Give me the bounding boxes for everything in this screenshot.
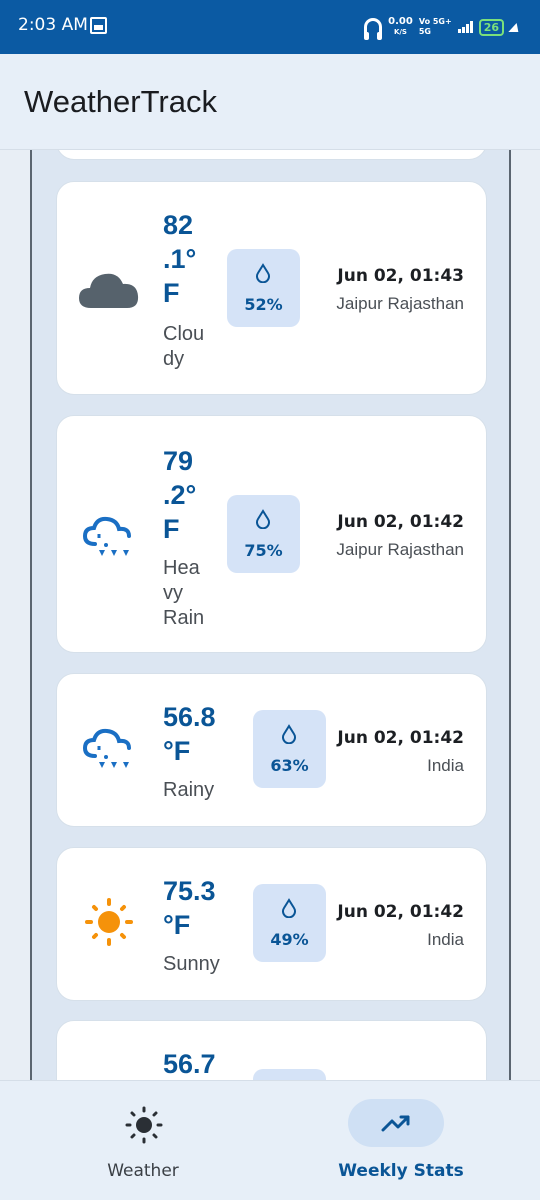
temperature: 79 .2° F xyxy=(163,446,197,544)
status-indicators: 0.00 K/S Vo 5G+ 5G 26 xyxy=(364,14,522,40)
network-speed: 0.00 K/S xyxy=(388,17,413,37)
gallery-notification-icon xyxy=(90,17,107,34)
sun-outline-icon xyxy=(125,1106,163,1144)
signal-icon xyxy=(457,21,473,33)
network-speed-value: 0.00 xyxy=(388,16,413,27)
rain-icon xyxy=(82,728,131,768)
condition: Rainy xyxy=(163,779,215,801)
location: Jaipur Rajasthan xyxy=(336,540,464,559)
app-bar: WeatherTrack xyxy=(0,54,540,150)
network-type-top: Vo 5G+ xyxy=(418,17,452,26)
headset-icon xyxy=(364,18,383,40)
location: India xyxy=(427,756,464,775)
temperature: 56.8 °F xyxy=(163,702,216,766)
humidity-value: 63% xyxy=(270,756,309,775)
datetime: Jun 02, 01:42 xyxy=(337,512,464,532)
weather-card[interactable]: 56.7 xyxy=(56,1020,487,1080)
datetime: Jun 02, 01:43 xyxy=(337,266,464,286)
water-drop-icon xyxy=(282,898,296,918)
condition: Sunny xyxy=(163,953,220,975)
humidity-badge: 49% xyxy=(253,884,326,962)
water-drop-icon xyxy=(256,509,270,529)
humidity-badge: 63% xyxy=(253,710,326,788)
location: Jaipur Rajasthan xyxy=(336,294,464,313)
nav-weekly-stats[interactable]: Weekly Stats xyxy=(262,1081,532,1200)
trending-up-icon xyxy=(381,1115,410,1132)
humidity-badge: 75% xyxy=(227,495,300,573)
datetime: Jun 02, 01:42 xyxy=(337,902,464,922)
water-drop-icon xyxy=(256,263,270,283)
humidity-badge xyxy=(253,1069,326,1080)
weather-card[interactable]: 75.3 °F Sunny 49% Jun 02, 01:42 India xyxy=(56,847,487,1001)
temperature: 56.7 xyxy=(163,1049,216,1079)
nav-weekly-stats-label: Weekly Stats xyxy=(338,1161,464,1181)
status-time: 2:03 AM xyxy=(18,15,88,35)
temperature: 82 .1° F xyxy=(163,210,197,308)
datetime: Jun 02, 01:42 xyxy=(337,728,464,748)
location: India xyxy=(427,930,464,949)
nav-weather[interactable]: Weather xyxy=(8,1081,278,1200)
charging-bolt-icon xyxy=(508,22,522,32)
bottom-navigation: Weather Weekly Stats xyxy=(0,1080,540,1200)
humidity-value: 52% xyxy=(244,295,283,314)
condition: Clou dy xyxy=(163,323,205,370)
weather-card[interactable]: 82 .1° F Clou dy 52% Jun 02, 01:43 Jaipu… xyxy=(56,181,487,395)
humidity-value: 49% xyxy=(270,930,309,949)
network-type-bottom: 5G xyxy=(418,27,431,36)
condition: Hea vy Rain xyxy=(163,557,205,629)
temperature: 75.3 °F xyxy=(163,876,216,940)
humidity-badge: 52% xyxy=(227,249,300,327)
weather-list[interactable]: 82 .1° F Clou dy 52% Jun 02, 01:43 Jaipu… xyxy=(30,150,511,1080)
water-drop-icon xyxy=(282,724,296,744)
humidity-value: 75% xyxy=(244,541,283,560)
heavy-rain-icon xyxy=(82,516,131,556)
cloudy-icon xyxy=(79,273,139,308)
weather-card[interactable]: 79 .2° F Hea vy Rain 75% Jun 02, 01:42 J… xyxy=(56,415,487,653)
weather-card[interactable]: 56.8 °F Rainy 63% Jun 02, 01:42 India xyxy=(56,673,487,827)
battery-indicator: 26 xyxy=(478,18,504,36)
weather-card-partial[interactable] xyxy=(56,150,487,160)
status-bar: 2:03 AM 0.00 K/S Vo 5G+ 5G 26 xyxy=(0,0,540,54)
sun-icon xyxy=(85,898,133,946)
network-type: Vo 5G+ 5G xyxy=(419,17,452,37)
network-speed-unit: K/S xyxy=(393,28,407,36)
nav-weather-label: Weather xyxy=(107,1161,179,1181)
app-title: WeatherTrack xyxy=(24,84,217,119)
